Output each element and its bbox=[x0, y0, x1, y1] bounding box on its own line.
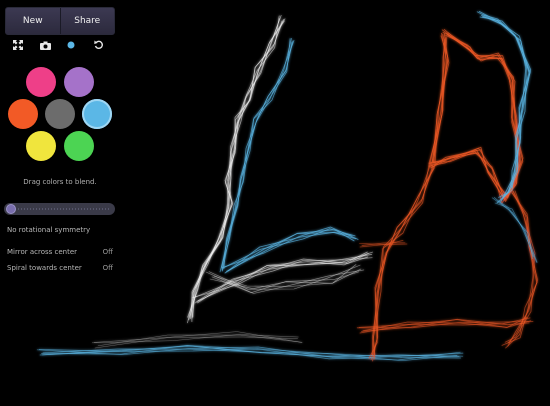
fullscreen-icon[interactable] bbox=[11, 38, 25, 52]
undo-icon[interactable] bbox=[92, 38, 106, 52]
silk-stroke bbox=[368, 162, 432, 359]
silk-stroke bbox=[191, 19, 284, 323]
camera-icon[interactable] bbox=[38, 38, 52, 52]
mirror-option[interactable]: Mirror across center Off bbox=[0, 248, 120, 260]
spiral-option[interactable]: Spiral towards center Off bbox=[0, 264, 120, 276]
silk-stroke bbox=[359, 242, 408, 245]
silk-stroke bbox=[94, 331, 302, 349]
color-swatch-blue[interactable] bbox=[82, 99, 112, 129]
control-panel: New Share Drag colors to blend. No rotat… bbox=[0, 0, 120, 290]
dot-icon[interactable] bbox=[64, 38, 78, 52]
symmetry-slider[interactable] bbox=[4, 203, 115, 215]
color-swatch-green[interactable] bbox=[64, 131, 94, 161]
icon-toolbar bbox=[0, 38, 120, 52]
silk-stroke bbox=[224, 232, 357, 274]
color-swatch-yellow[interactable] bbox=[26, 131, 56, 161]
slider-track bbox=[18, 208, 109, 210]
mirror-label: Mirror across center bbox=[7, 248, 78, 256]
color-swatch-gray[interactable] bbox=[45, 99, 75, 129]
silk-stroke bbox=[372, 165, 436, 362]
mirror-toggle[interactable]: Off bbox=[103, 248, 113, 256]
silk-stroke bbox=[190, 20, 283, 319]
silk-stroke bbox=[91, 334, 299, 344]
top-button-group: New Share bbox=[5, 7, 115, 35]
color-swatch-orange[interactable] bbox=[8, 99, 38, 129]
color-swatch-pink[interactable] bbox=[26, 67, 56, 97]
spiral-label: Spiral towards center bbox=[7, 264, 82, 272]
silk-stroke bbox=[191, 20, 285, 319]
new-button[interactable]: New bbox=[6, 8, 60, 34]
silk-stroke bbox=[428, 32, 520, 198]
slider-knob[interactable] bbox=[6, 204, 16, 214]
silk-stroke bbox=[97, 334, 303, 347]
color-swatch-purple[interactable] bbox=[64, 67, 94, 97]
share-button[interactable]: Share bbox=[59, 8, 115, 34]
symmetry-label: No rotational symmetry bbox=[7, 226, 91, 234]
silk-stroke bbox=[38, 348, 458, 362]
silk-stroke bbox=[430, 29, 518, 202]
spiral-toggle[interactable]: Off bbox=[103, 264, 113, 272]
blend-hint: Drag colors to blend. bbox=[23, 178, 97, 186]
